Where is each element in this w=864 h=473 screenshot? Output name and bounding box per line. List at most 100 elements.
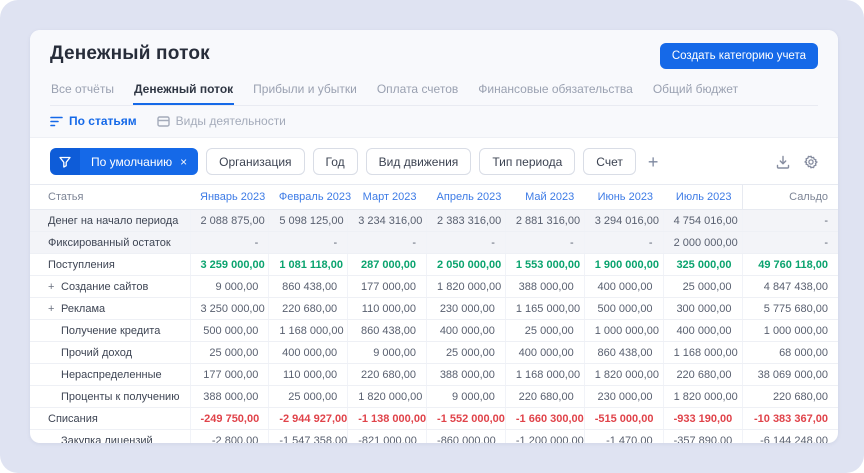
value-cell: - — [742, 232, 838, 254]
table-row[interactable]: Списания-249 750,00-2 944 927,00-1 138 0… — [30, 408, 838, 430]
tab-item[interactable]: Прибыли и убытки — [252, 78, 358, 105]
value-cell: 1 165 000,00 — [505, 298, 584, 320]
value-cell: 500 000,00 — [584, 298, 663, 320]
filter-pill[interactable]: Организация — [206, 148, 304, 175]
row-label[interactable]: +Реклама — [30, 298, 190, 320]
table-row[interactable]: Фиксированный остаток------2 000 000,00- — [30, 232, 838, 254]
value-cell: 388 000,00 — [427, 364, 506, 386]
value-cell: - — [190, 232, 269, 254]
chip-close-icon[interactable]: × — [180, 155, 187, 169]
table-row[interactable]: Поступления3 259 000,001 081 118,00287 0… — [30, 254, 838, 276]
row-label[interactable]: Проценты к получению — [30, 386, 190, 408]
row-label[interactable]: Денег на начало периода — [30, 210, 190, 232]
row-label[interactable]: Поступления — [30, 254, 190, 276]
value-cell: 1 820 000,00 — [663, 386, 742, 408]
value-cell: 1 081 118,00 — [269, 254, 348, 276]
table-row[interactable]: +Реклама3 250 000,00220 680,00110 000,00… — [30, 298, 838, 320]
value-cell: 1 000 000,00 — [742, 320, 838, 342]
value-cell: - — [742, 210, 838, 232]
value-cell: 1 000 000,00 — [584, 320, 663, 342]
column-header-month[interactable]: Январь 2023 — [190, 185, 269, 210]
view-mode-activity-types[interactable]: Виды деятельности — [157, 114, 286, 128]
table-row[interactable]: Прочий доход25 000,00400 000,009 000,002… — [30, 342, 838, 364]
settings-gear-icon[interactable] — [804, 155, 818, 169]
value-cell: 25 000,00 — [505, 320, 584, 342]
row-label[interactable]: Получение кредита — [30, 320, 190, 342]
value-cell: 1 820 000,00 — [427, 276, 506, 298]
value-cell: -2 800,00 — [190, 430, 269, 444]
column-header-month[interactable]: Февраль 2023 — [269, 185, 348, 210]
value-cell: 500 000,00 — [190, 320, 269, 342]
value-cell: 860 438,00 — [584, 342, 663, 364]
value-cell: 1 900 000,00 — [584, 254, 663, 276]
value-cell: -357 890,00 — [663, 430, 742, 444]
column-header-saldo: Сальдо — [742, 185, 838, 210]
column-header-month[interactable]: Март 2023 — [348, 185, 427, 210]
chip-label: По умолчанию — [91, 155, 172, 169]
value-cell: - — [348, 232, 427, 254]
value-cell: 110 000,00 — [269, 364, 348, 386]
tab-active[interactable]: Денежный поток — [133, 78, 234, 105]
tab-item[interactable]: Оплата счетов — [376, 78, 459, 105]
value-cell: 400 000,00 — [584, 276, 663, 298]
expand-plus-icon[interactable]: + — [48, 303, 61, 315]
view-mode-by-articles[interactable]: По статьям — [50, 114, 137, 128]
row-label[interactable]: +Создание сайтов — [30, 276, 190, 298]
table-row[interactable]: Нераспределенные177 000,00110 000,00220 … — [30, 364, 838, 386]
table-actions — [776, 155, 818, 169]
value-cell: 400 000,00 — [505, 342, 584, 364]
column-header-month[interactable]: Апрель 2023 — [427, 185, 506, 210]
tab-item[interactable]: Все отчёты — [50, 78, 115, 105]
value-cell: -1 138 000,00 — [348, 408, 427, 430]
value-cell: 388 000,00 — [190, 386, 269, 408]
rows-icon — [157, 116, 170, 127]
value-cell: -933 190,00 — [663, 408, 742, 430]
tab-item[interactable]: Общий бюджет — [652, 78, 739, 105]
default-filter-chip[interactable]: По умолчанию × — [50, 148, 198, 175]
value-cell: 5 775 680,00 — [742, 298, 838, 320]
add-filter-button[interactable]: + — [644, 153, 663, 171]
filter-pill[interactable]: Год — [313, 148, 358, 175]
value-cell: 400 000,00 — [269, 342, 348, 364]
row-label[interactable]: Списания — [30, 408, 190, 430]
filter-pill[interactable]: Вид движения — [366, 148, 472, 175]
column-header-month[interactable]: Июнь 2023 — [584, 185, 663, 210]
column-header-month[interactable]: Май 2023 — [505, 185, 584, 210]
row-label[interactable]: Прочий доход — [30, 342, 190, 364]
column-header-article: Статья — [30, 185, 190, 210]
filter-pills: Организация Год Вид движения Тип периода Сче… — [206, 148, 636, 175]
filter-pill[interactable]: Тип периода — [479, 148, 575, 175]
value-cell: 25 000,00 — [190, 342, 269, 364]
table-row[interactable]: Денег на начало периода2 088 875,005 098… — [30, 210, 838, 232]
download-icon[interactable] — [776, 155, 790, 169]
value-cell: 4 847 438,00 — [742, 276, 838, 298]
report-tabs: Все отчёты Денежный поток Прибыли и убытки… — [50, 78, 818, 106]
filter-pill[interactable]: Счет — [583, 148, 636, 175]
value-cell: 9 000,00 — [348, 342, 427, 364]
value-cell: -249 750,00 — [190, 408, 269, 430]
value-cell: 2 383 316,00 — [427, 210, 506, 232]
table-row[interactable]: Проценты к получению388 000,0025 000,001… — [30, 386, 838, 408]
table-row[interactable]: Получение кредита500 000,001 168 000,008… — [30, 320, 838, 342]
row-label[interactable]: Фиксированный остаток — [30, 232, 190, 254]
view-mode-label: Виды деятельности — [176, 114, 286, 128]
value-cell: 400 000,00 — [663, 320, 742, 342]
value-cell: 388 000,00 — [505, 276, 584, 298]
table-row[interactable]: Закупка лицензий-2 800,00-1 547 358,00-8… — [30, 430, 838, 444]
create-category-button[interactable]: Создать категорию учета — [660, 43, 818, 69]
tab-item[interactable]: Финансовые обязательства — [477, 78, 634, 105]
column-header-month[interactable]: Июль 2023 — [663, 185, 742, 210]
row-label[interactable]: Нераспределенные — [30, 364, 190, 386]
value-cell: 25 000,00 — [663, 276, 742, 298]
value-cell: 2 000 000,00 — [663, 232, 742, 254]
row-label[interactable]: Закупка лицензий — [30, 430, 190, 444]
expand-plus-icon[interactable]: + — [48, 281, 61, 293]
value-cell: 9 000,00 — [190, 276, 269, 298]
cashflow-table: Статья Январь 2023Февраль 2023Март 2023А… — [30, 184, 838, 443]
funnel-icon — [50, 148, 80, 175]
value-cell: 2 050 000,00 — [427, 254, 506, 276]
table-row[interactable]: +Создание сайтов9 000,00860 438,00177 00… — [30, 276, 838, 298]
value-cell: 1 168 000,00 — [269, 320, 348, 342]
value-cell: -860 000,00 — [427, 430, 506, 444]
value-cell: 300 000,00 — [663, 298, 742, 320]
